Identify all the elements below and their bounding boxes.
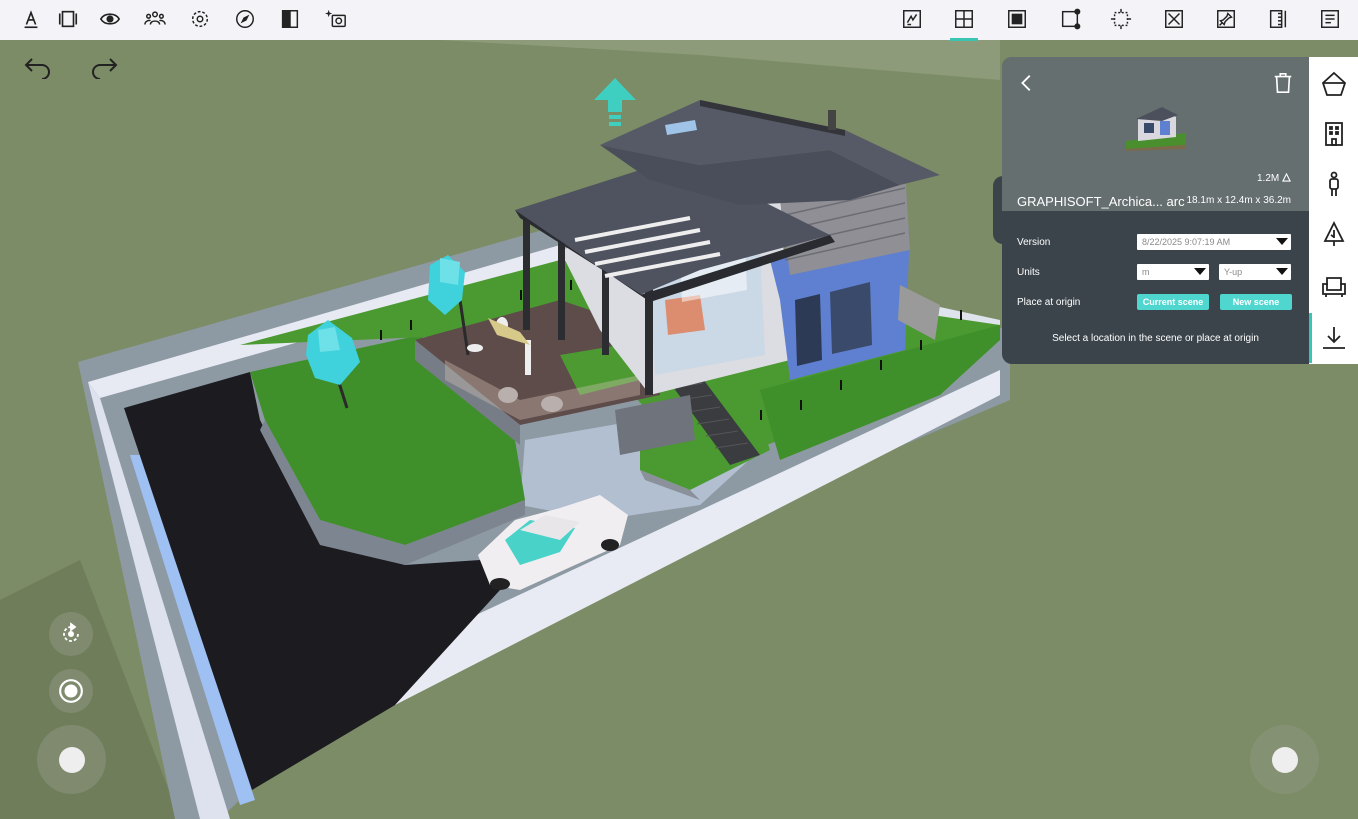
- redo-icon: [92, 58, 118, 79]
- version-select[interactable]: 8/22/2025 9:07:19 AM: [1137, 234, 1291, 250]
- stop-square-icon[interactable]: [1003, 6, 1031, 32]
- undo-button[interactable]: [18, 52, 58, 82]
- sidebar-item-shapes[interactable]: [1309, 59, 1358, 109]
- placement-hint: Select a location in the scene or place …: [1052, 333, 1259, 344]
- download-icon: [1322, 327, 1345, 349]
- model-dimensions: 18.1m x 12.4m x 36.2m: [1186, 195, 1292, 206]
- move-joystick[interactable]: [37, 725, 106, 794]
- sidebar-item-buildings[interactable]: [1309, 109, 1358, 159]
- current-scene-button[interactable]: Current scene: [1137, 294, 1209, 310]
- settings-icon[interactable]: [186, 6, 214, 32]
- sidebar-item-import[interactable]: [1309, 313, 1358, 363]
- text-icon[interactable]: [17, 6, 45, 32]
- new-scene-button[interactable]: New scene: [1220, 294, 1292, 310]
- up-axis-select[interactable]: Y-up: [1219, 264, 1291, 280]
- active-tool-indicator: [950, 38, 978, 41]
- contrast-icon[interactable]: [276, 6, 304, 32]
- delete-button[interactable]: [1269, 69, 1297, 97]
- back-button[interactable]: [1013, 69, 1041, 97]
- model-thumbnail: [1126, 107, 1186, 151]
- crop-icon[interactable]: [1107, 6, 1135, 32]
- joystick-knob[interactable]: [58, 746, 85, 773]
- chevron-left-icon: [1021, 75, 1031, 91]
- caret-down-icon: [1276, 238, 1288, 245]
- redo-button[interactable]: [84, 52, 124, 82]
- grid-view-icon[interactable]: [950, 6, 978, 32]
- rotate-icon: [63, 622, 79, 642]
- building-icon: [1324, 122, 1343, 146]
- active-sidebar-indicator: [1309, 313, 1312, 363]
- units-select[interactable]: m: [1137, 264, 1209, 280]
- caret-down-icon: [1194, 268, 1206, 275]
- pin-icon[interactable]: [1212, 6, 1240, 32]
- armchair-icon: [1321, 277, 1346, 297]
- trash-icon: [1274, 73, 1292, 93]
- model-name: GRAPHISOFT_Archica... arc: [1017, 194, 1185, 209]
- notes-icon[interactable]: [1316, 6, 1344, 32]
- model-import-panel: 1.2M GRAPHISOFT_Archica... arc 18.1m x 1…: [1002, 57, 1309, 364]
- person-icon: [1328, 171, 1339, 196]
- sidebar-item-furniture[interactable]: [1309, 261, 1358, 311]
- record-icon: [59, 679, 83, 703]
- panels-icon[interactable]: [54, 6, 82, 32]
- sparkle-camera-icon[interactable]: [322, 6, 350, 32]
- version-label: Version: [1017, 237, 1051, 248]
- draw-icon[interactable]: [898, 6, 926, 32]
- eye-icon[interactable]: [96, 6, 124, 32]
- compass-icon[interactable]: [231, 6, 259, 32]
- sidebar-item-people[interactable]: [1309, 159, 1358, 209]
- cross-box-icon[interactable]: [1160, 6, 1188, 32]
- ruler-icon[interactable]: [1264, 6, 1292, 32]
- select-corners-icon[interactable]: [1056, 6, 1084, 32]
- joystick-knob[interactable]: [1271, 746, 1298, 773]
- tree-icon: [1323, 220, 1344, 246]
- asset-sidebar: [1309, 57, 1358, 364]
- shapes-icon: [1321, 71, 1346, 96]
- undo-icon: [24, 58, 50, 79]
- place-at-origin-label: Place at origin: [1017, 297, 1081, 308]
- sidebar-item-trees[interactable]: [1309, 209, 1358, 259]
- people-icon[interactable]: [141, 6, 169, 32]
- focus-view-button[interactable]: [49, 669, 93, 713]
- top-toolbar: [0, 0, 1358, 41]
- caret-down-icon: [1276, 268, 1288, 275]
- model-preview-area: 1.2M GRAPHISOFT_Archica... arc 18.1m x 1…: [1002, 57, 1309, 211]
- triangle-icon: [1282, 172, 1291, 182]
- rotate-view-button[interactable]: [49, 612, 93, 656]
- poly-count: 1.2M: [1257, 172, 1291, 184]
- look-joystick[interactable]: [1250, 725, 1319, 794]
- units-label: Units: [1017, 267, 1040, 278]
